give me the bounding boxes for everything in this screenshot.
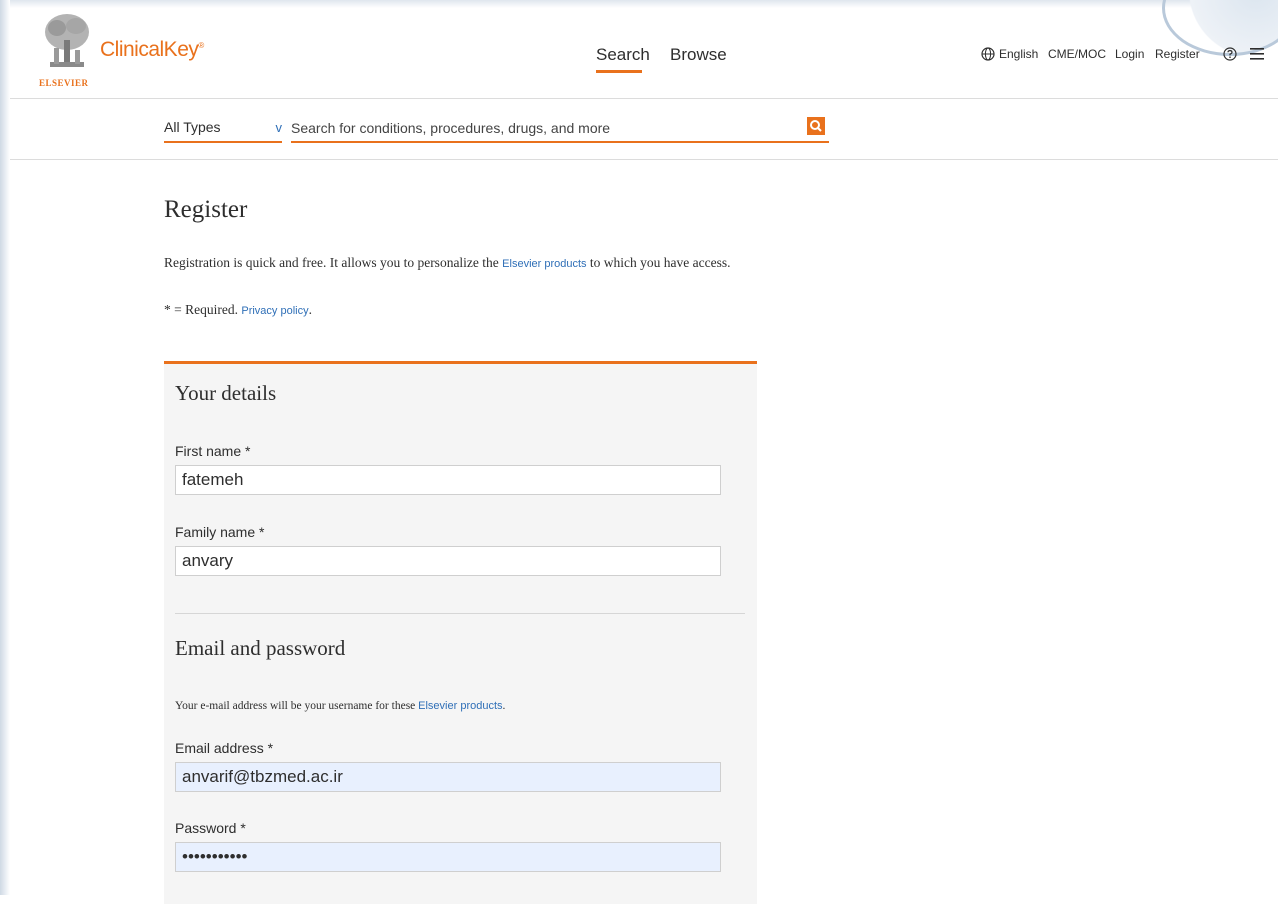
search-icon <box>810 120 822 132</box>
registration-form-panel: Your details First name * Family name * … <box>164 361 757 904</box>
privacy-policy-link[interactable]: Privacy policy <box>241 305 308 317</box>
nav-browse-link[interactable]: Browse <box>670 45 727 65</box>
required-note: * = Required. Privacy policy. <box>164 302 312 318</box>
login-link[interactable]: Login <box>1115 47 1144 61</box>
content-type-selected: All Types <box>164 119 221 135</box>
first-name-field[interactable] <box>175 465 721 495</box>
search-bar-row: All Types v <box>10 99 1278 160</box>
search-input[interactable] <box>291 117 791 139</box>
product-name: ClinicalKey <box>100 38 199 61</box>
your-details-heading: Your details <box>175 381 277 405</box>
language-selector[interactable]: English <box>999 47 1038 61</box>
first-name-label: First name * <box>175 443 251 459</box>
register-link[interactable]: Register <box>1155 47 1200 61</box>
required-prefix: * = Required. <box>164 302 238 317</box>
family-name-label: Family name * <box>175 524 265 540</box>
email-username-note: Your e-mail address will be your usernam… <box>175 700 505 712</box>
cme-moc-link[interactable]: CME/MOC <box>1048 47 1106 61</box>
help-icon[interactable] <box>1223 47 1237 61</box>
search-button[interactable] <box>807 117 825 135</box>
page-title: Register <box>164 196 248 223</box>
elsevier-tree-logo-icon[interactable] <box>42 12 92 76</box>
password-label: Password * <box>175 820 246 836</box>
intro-text: Registration is quick and free. It allow… <box>164 255 804 271</box>
family-name-field[interactable] <box>175 546 721 576</box>
content-type-dropdown[interactable]: All Types v <box>164 117 282 143</box>
email-note-suffix: . <box>502 700 506 712</box>
chevron-down-icon: v <box>275 120 283 135</box>
password-field[interactable] <box>175 842 721 872</box>
required-suffix: . <box>308 302 312 317</box>
elsevier-wordmark: ELSEVIER <box>39 78 89 88</box>
intro-prefix: Registration is quick and free. It allow… <box>164 255 499 270</box>
email-password-heading: Email and password <box>175 636 346 660</box>
site-header: ELSEVIER ClinicalKey® Search Browse Engl… <box>10 0 1278 99</box>
intro-suffix: to which you have access. <box>589 255 731 270</box>
globe-icon[interactable] <box>981 47 995 61</box>
active-nav-indicator <box>596 70 642 73</box>
elsevier-products-link-2[interactable]: Elsevier products <box>418 700 502 712</box>
clinicalkey-logo[interactable]: ClinicalKey® <box>100 38 204 62</box>
search-box <box>291 117 829 143</box>
elsevier-products-link[interactable]: Elsevier products <box>502 258 586 270</box>
section-divider <box>175 613 745 614</box>
email-address-label: Email address * <box>175 740 274 756</box>
nav-search-link[interactable]: Search <box>596 45 650 65</box>
window-frame-left <box>0 0 10 895</box>
email-note-prefix: Your e-mail address will be your usernam… <box>175 700 416 712</box>
menu-icon[interactable] <box>1250 48 1264 60</box>
trademark-mark: ® <box>198 41 204 50</box>
email-field[interactable] <box>175 762 721 792</box>
